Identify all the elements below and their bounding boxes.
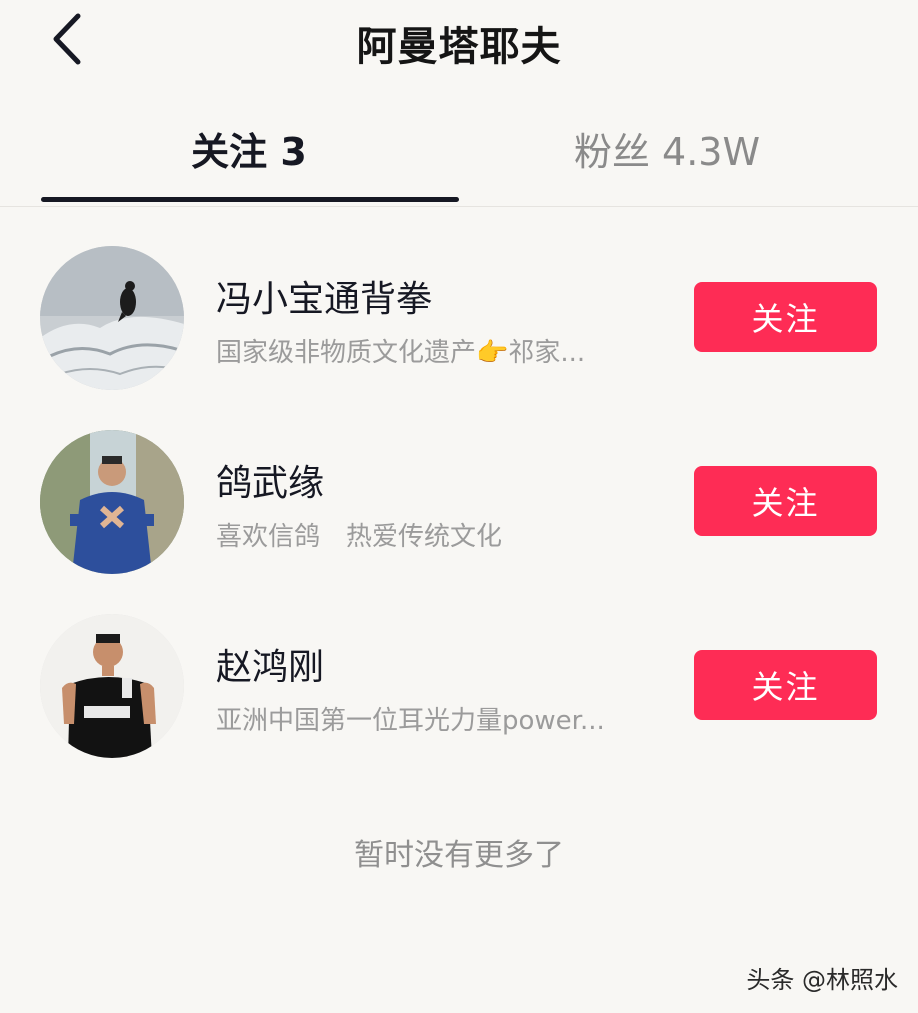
- avatar[interactable]: [40, 614, 184, 758]
- tab-fans[interactable]: 粉丝 4.3W: [458, 122, 876, 182]
- follow-button[interactable]: 关注: [694, 650, 877, 720]
- follow-button[interactable]: 关注: [694, 466, 877, 536]
- tab-following[interactable]: 关注 3: [40, 122, 458, 182]
- end-of-list-text: 暂时没有更多了: [354, 838, 564, 873]
- man-in-black-shirt-avatar: [40, 614, 184, 758]
- list-item[interactable]: 鸽武缘 喜欢信鸽 热爱传统文化 关注: [0, 410, 918, 590]
- user-name: 鸽武缘: [216, 463, 325, 504]
- avatar[interactable]: [40, 246, 184, 390]
- follow-button[interactable]: 关注: [694, 282, 877, 352]
- bird-on-snow-avatar: [40, 246, 184, 390]
- active-tab-indicator: [41, 197, 459, 202]
- top-bar: 阿曼塔耶夫: [0, 0, 918, 80]
- list-item[interactable]: 冯小宝通背拳 国家级非物质文化遗产👉祁家... 关注: [0, 226, 918, 406]
- avatar[interactable]: [40, 430, 184, 574]
- page-title: 阿曼塔耶夫: [356, 24, 562, 70]
- tab-bar: 关注 3 粉丝 4.3W: [0, 100, 918, 207]
- watermark: 头条 @林照水: [746, 966, 898, 994]
- user-description: 国家级非物质文化遗产👉祁家...: [216, 338, 586, 368]
- list-item[interactable]: 赵鸿刚 亚洲中国第一位耳光力量power... 关注: [0, 594, 918, 774]
- man-in-blue-robe-avatar: [40, 430, 184, 574]
- user-description: 亚洲中国第一位耳光力量power...: [216, 706, 605, 736]
- user-description: 喜欢信鸽 热爱传统文化: [216, 522, 503, 552]
- user-name: 赵鸿刚: [216, 647, 325, 688]
- user-name: 冯小宝通背拳: [216, 279, 433, 320]
